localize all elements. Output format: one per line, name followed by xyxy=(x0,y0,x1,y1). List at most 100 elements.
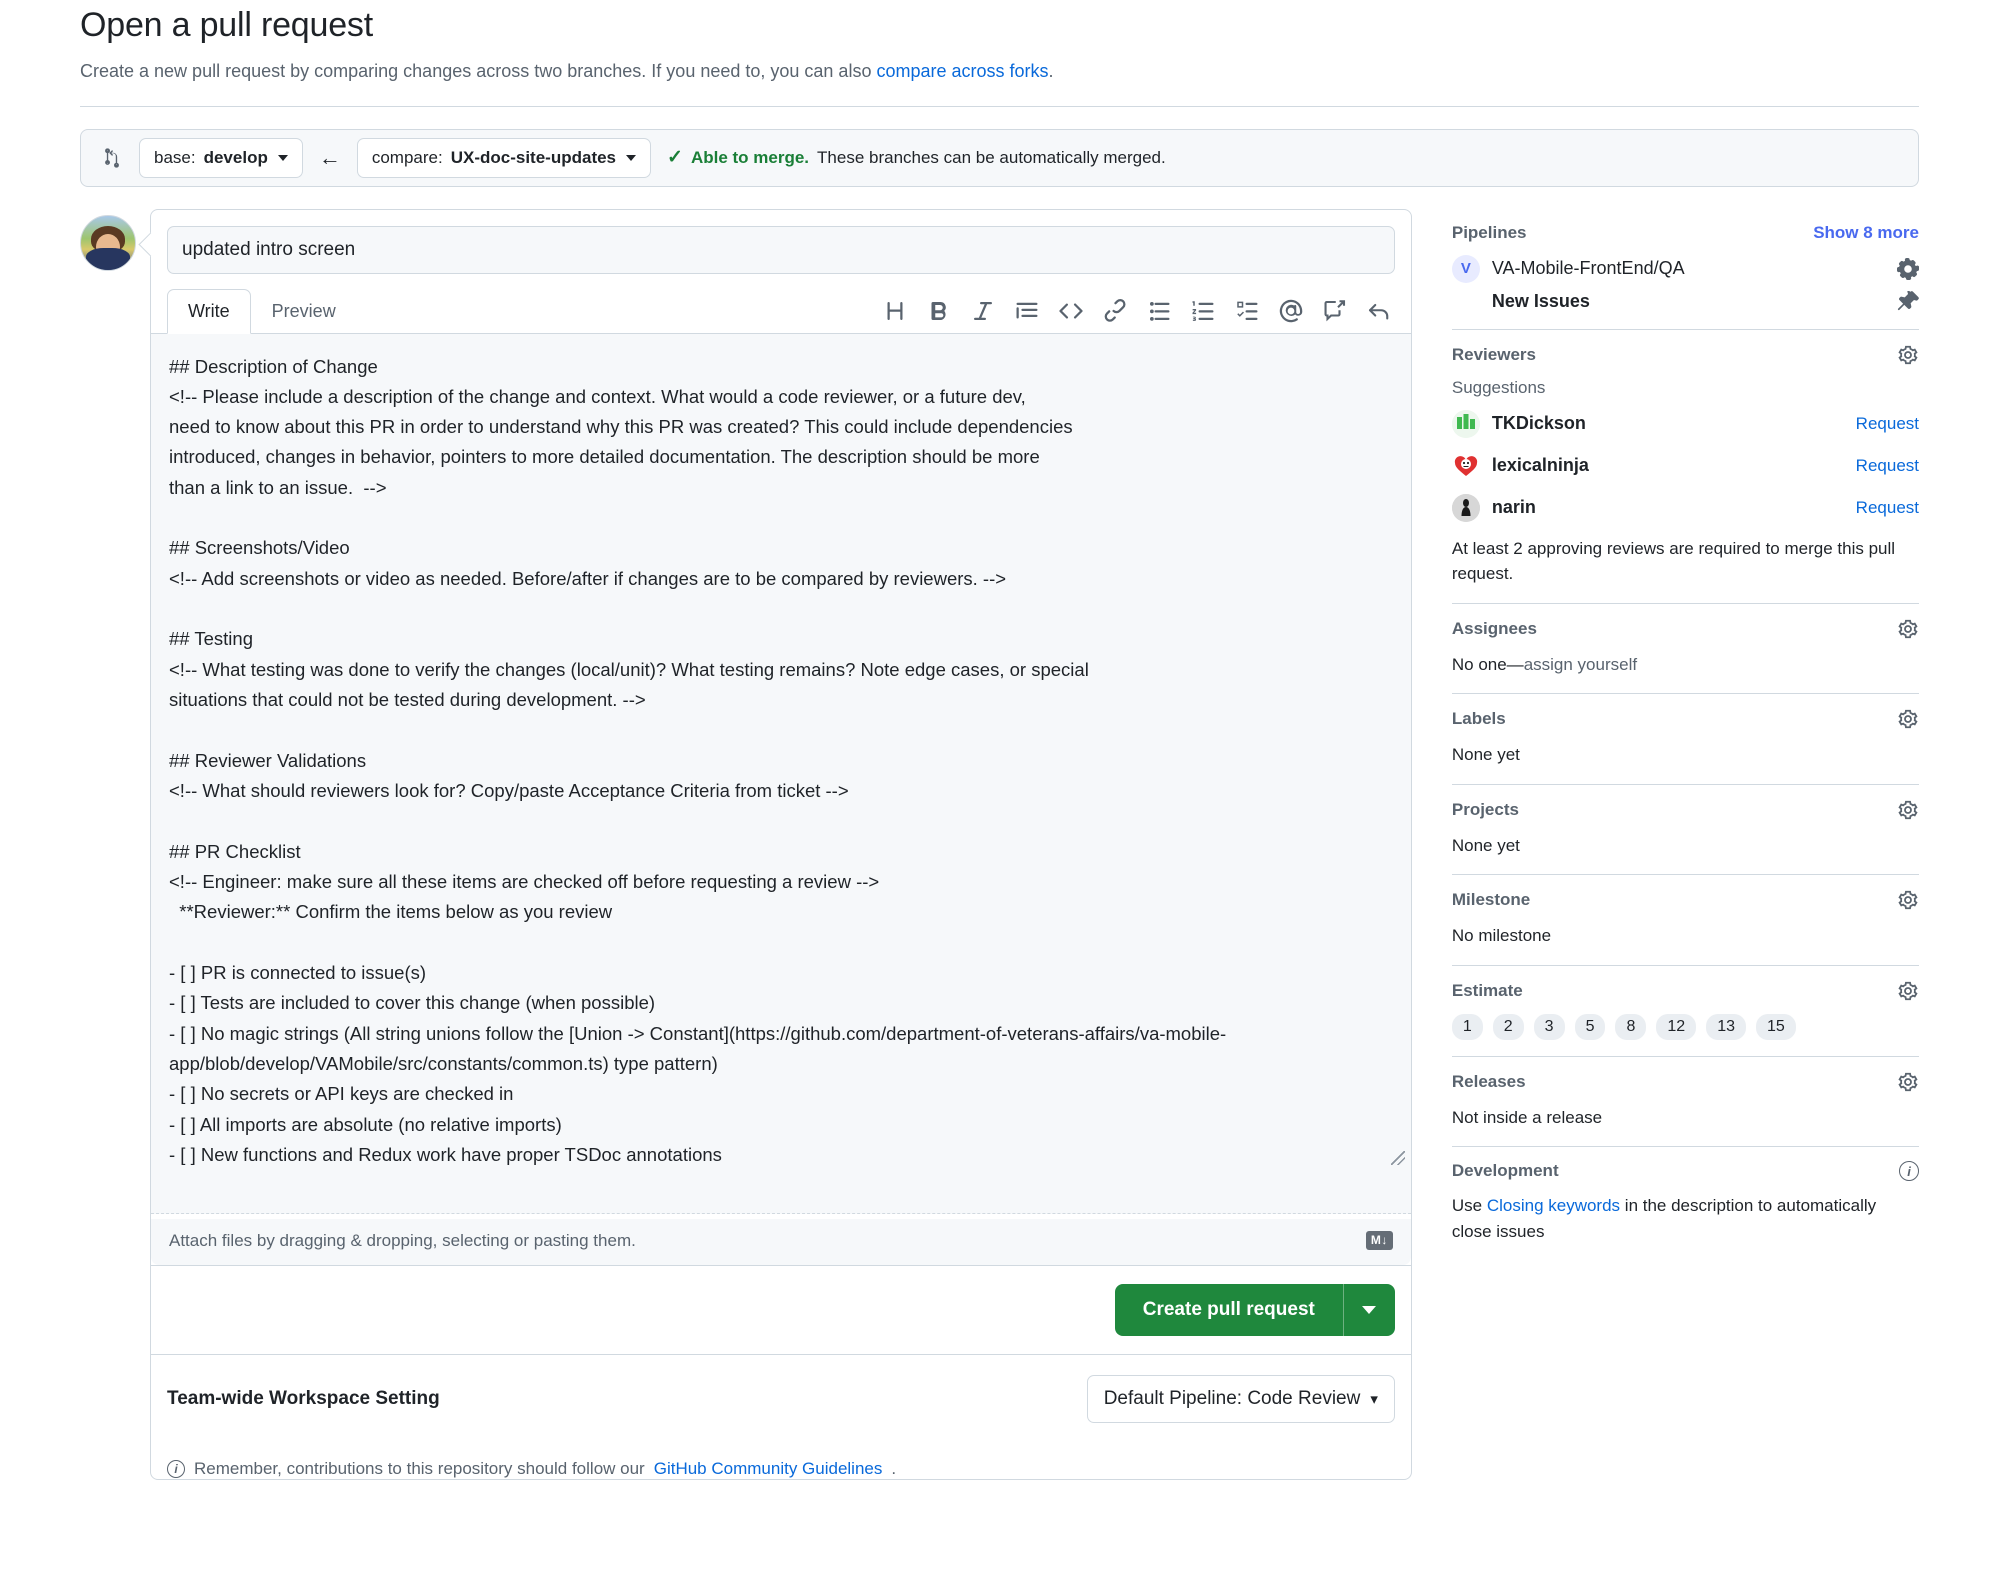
releases-value: Not inside a release xyxy=(1451,1107,1603,1127)
estimate-badge[interactable]: 5 xyxy=(1574,1013,1606,1040)
base-branch-selector[interactable]: base: develop xyxy=(139,137,303,178)
estimate-badge[interactable]: 15 xyxy=(1755,1013,1796,1040)
labels-header: Labels xyxy=(1452,708,1919,730)
compare-branch-selector[interactable]: compare: UX-doc-site-updates xyxy=(356,137,652,178)
development-title: Development xyxy=(1451,1161,1559,1180)
pipelines-title: Pipelines xyxy=(1451,222,1527,242)
pipeline-stage-name: New Issues xyxy=(1491,291,1590,311)
info-icon[interactable]: i xyxy=(1899,1161,1919,1181)
gear-icon[interactable] xyxy=(1897,1071,1919,1093)
estimate-badge[interactable]: 13 xyxy=(1706,1013,1746,1040)
gear-icon[interactable] xyxy=(1897,618,1919,640)
footer-text-after: . xyxy=(891,1458,897,1478)
chevron-down-icon xyxy=(277,154,288,161)
pipeline-stage-row: New Issues xyxy=(1452,290,1919,313)
pipeline-repo-avatar: V xyxy=(1451,254,1480,283)
merge-status-bold: Able to merge. xyxy=(690,147,810,167)
sidebar-section-projects: Projects None yet xyxy=(1451,785,1919,875)
reference-icon[interactable] xyxy=(1367,299,1391,323)
assignees-title: Assignees xyxy=(1451,618,1537,638)
chevron-down-icon: ▾ xyxy=(1370,1390,1378,1408)
link-icon[interactable] xyxy=(1103,298,1127,323)
gear-icon[interactable] xyxy=(1897,257,1919,280)
reviewer-name: lexicalninja xyxy=(1491,455,1589,475)
estimate-badge[interactable]: 3 xyxy=(1533,1013,1565,1040)
compare-branch-prefix: compare: xyxy=(371,147,443,167)
closing-keywords-link[interactable]: Closing keywords xyxy=(1487,1196,1620,1215)
mention-icon[interactable] xyxy=(1279,299,1303,323)
bold-icon[interactable] xyxy=(927,299,951,323)
attach-files-text: Attach files by dragging & dropping, sel… xyxy=(169,1230,636,1250)
pull-request-form: Write Preview xyxy=(150,208,1412,1480)
estimate-title: Estimate xyxy=(1451,980,1523,1000)
github-community-guidelines-link[interactable]: GitHub Community Guidelines xyxy=(654,1459,883,1479)
pin-icon[interactable] xyxy=(1897,290,1919,313)
base-branch-prefix: base: xyxy=(154,147,196,167)
ordered-list-icon[interactable] xyxy=(1191,299,1215,323)
sidebar-section-releases: Releases Not inside a release xyxy=(1451,1057,1919,1147)
request-review-link[interactable]: Request xyxy=(1856,456,1919,476)
default-pipeline-select[interactable]: Default Pipeline: Code Review ▾ xyxy=(1086,1374,1395,1423)
estimate-badge[interactable]: 8 xyxy=(1615,1013,1647,1040)
saved-reply-icon[interactable] xyxy=(1323,299,1347,323)
estimate-badges: 1 2 3 5 8 12 13 15 xyxy=(1451,1013,1919,1040)
reviewer-suggestion-row: narin Request xyxy=(1451,493,1919,522)
request-review-link[interactable]: Request xyxy=(1856,498,1919,518)
reviewers-header: Reviewers xyxy=(1452,344,1919,366)
pipelines-header: Pipelines Show 8 more xyxy=(1452,223,1919,243)
gear-icon[interactable] xyxy=(1897,344,1919,366)
default-pipeline-value: Default Pipeline: Code Review xyxy=(1103,1387,1361,1409)
unordered-list-icon[interactable] xyxy=(1147,299,1171,323)
sidebar-section-milestone: Milestone No milestone xyxy=(1451,875,1919,966)
markdown-icon[interactable]: M↓ xyxy=(1365,1231,1393,1250)
development-text-before: Use xyxy=(1451,1196,1487,1215)
tab-preview[interactable]: Preview xyxy=(251,289,357,334)
reviewers-requirement-note: At least 2 approving reviews are require… xyxy=(1451,538,1896,584)
development-value: Use Closing keywords in the description … xyxy=(1452,1193,1919,1244)
open-pull-request-page: Open a pull request Create a new pull re… xyxy=(0,0,1999,1575)
gear-icon[interactable] xyxy=(1897,980,1919,1002)
reviewers-suggestions-label: Suggestions xyxy=(1451,377,1546,397)
attach-files-row: Attach files by dragging & dropping, sel… xyxy=(151,1218,1411,1265)
estimate-badge[interactable]: 12 xyxy=(1656,1013,1697,1040)
tab-write[interactable]: Write xyxy=(167,288,251,334)
assign-yourself-link[interactable]: assign yourself xyxy=(1524,655,1637,674)
create-pull-request-dropdown-button[interactable] xyxy=(1342,1283,1395,1336)
left-column: Write Preview xyxy=(80,208,1412,1480)
quote-icon[interactable] xyxy=(1015,299,1039,323)
code-icon[interactable] xyxy=(1059,299,1083,323)
request-review-link[interactable]: Request xyxy=(1856,414,1919,434)
gear-icon[interactable] xyxy=(1897,889,1919,911)
projects-header: Projects xyxy=(1452,799,1919,821)
community-guidelines-note: i Remember, contributions to this reposi… xyxy=(151,1443,1411,1479)
avatar xyxy=(80,214,136,271)
estimate-header: Estimate xyxy=(1452,980,1919,1002)
releases-header: Releases xyxy=(1452,1071,1919,1093)
releases-title: Releases xyxy=(1451,1071,1526,1091)
pipeline-repo-row[interactable]: V VA-Mobile-FrontEnd/QA xyxy=(1451,254,1919,283)
compare-branch-name: UX-doc-site-updates xyxy=(450,147,617,167)
textarea-resize-handle[interactable] xyxy=(1390,1150,1405,1165)
pr-description-textarea[interactable]: ## Description of Change <!-- Please inc… xyxy=(151,333,1411,1214)
gear-icon[interactable] xyxy=(1897,708,1919,730)
italic-icon[interactable] xyxy=(971,299,995,323)
avatar xyxy=(1451,493,1480,522)
create-pull-request-button[interactable]: Create pull request xyxy=(1114,1283,1343,1336)
task-list-icon[interactable] xyxy=(1235,299,1259,323)
estimate-badge[interactable]: 2 xyxy=(1492,1013,1524,1040)
sidebar-section-labels: Labels None yet xyxy=(1451,694,1919,785)
compare-across-forks-link[interactable]: compare across forks xyxy=(876,61,1048,81)
pipeline-repo-name: VA-Mobile-FrontEnd/QA xyxy=(1491,258,1685,278)
footer-text-before: Remember, contributions to this reposito… xyxy=(194,1458,645,1478)
show-more-pipelines-link[interactable]: Show 8 more xyxy=(1813,223,1919,243)
estimate-badge[interactable]: 1 xyxy=(1451,1013,1483,1040)
gear-icon[interactable] xyxy=(1897,799,1919,821)
page-subtitle: Create a new pull request by comparing c… xyxy=(80,61,1919,82)
heading-icon[interactable] xyxy=(883,299,907,323)
merge-status-rest: These branches can be automatically merg… xyxy=(817,147,1166,167)
pr-title-input[interactable] xyxy=(167,225,1395,274)
avatar-body xyxy=(86,247,130,270)
title-row xyxy=(151,210,1411,274)
labels-value: None yet xyxy=(1451,745,1520,764)
sidebar-section-reviewers: Reviewers Suggestions TKDickson Request xyxy=(1451,330,1919,604)
